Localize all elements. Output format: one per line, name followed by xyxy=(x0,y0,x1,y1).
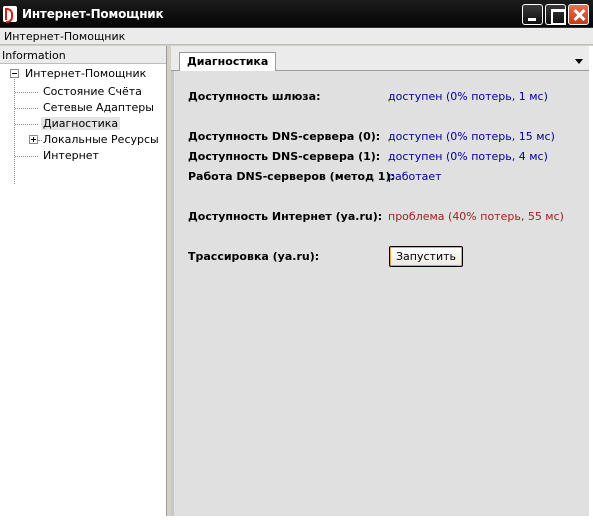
tree-item-local-resources[interactable]: Локальные Ресурсы xyxy=(29,133,161,147)
tree-item-network-adapters[interactable]: Сетевые Адаптеры xyxy=(41,101,156,115)
dns1-status: доступен (0% потерь, 4 мс) xyxy=(388,150,548,163)
tree-item-label: Интернет xyxy=(43,149,99,162)
title-bar[interactable]: Интернет-Помощник xyxy=(0,0,593,28)
content-pane: Диагностика Доступность шлюза: доступен … xyxy=(171,46,593,520)
chevron-down-icon[interactable] xyxy=(575,59,583,64)
navigation-header: Information xyxy=(0,46,166,64)
tree-item-label: Диагностика xyxy=(41,117,121,130)
close-button[interactable] xyxy=(568,4,589,25)
tree-item-internet[interactable]: Интернет xyxy=(41,149,101,163)
minimize-button[interactable] xyxy=(522,4,543,25)
tree-item-diagnostics[interactable]: Диагностика xyxy=(41,117,121,131)
diagnostics-panel: Доступность шлюза: доступен (0% потерь, … xyxy=(171,71,589,517)
navigation-pane: Information Интернет-Помощник Состояние … xyxy=(0,46,167,520)
menu-bar: Интернет-Помощник xyxy=(0,28,593,45)
internet-status: проблема (40% потерь, 55 мс) xyxy=(388,210,564,223)
app-window: Интернет-Помощник Интернет-Помощник Info… xyxy=(0,0,593,520)
tree-connector-line xyxy=(15,124,38,125)
maximize-button[interactable] xyxy=(545,4,566,25)
app-logo-icon xyxy=(3,6,17,23)
tab-strip: Диагностика xyxy=(171,46,589,72)
tree-item-account-status[interactable]: Состояние Счёта xyxy=(41,85,144,99)
internet-label: Доступность Интернет (ya.ru): xyxy=(188,210,383,223)
window-border xyxy=(0,516,593,520)
gateway-status: доступен (0% потерь, 1 мс) xyxy=(388,90,548,103)
dns-method-status: работает xyxy=(388,170,442,183)
tree-connector-line xyxy=(15,108,38,109)
tree-connector-line xyxy=(14,79,15,184)
window-title: Интернет-Помощник xyxy=(22,7,164,21)
tree-item-label: Состояние Счёта xyxy=(43,85,142,98)
menu-item-app[interactable]: Интернет-Помощник xyxy=(4,30,125,43)
tree-item-root[interactable]: Интернет-Помощник xyxy=(10,67,148,81)
tree-item-label: Интернет-Помощник xyxy=(25,67,147,80)
expand-icon[interactable] xyxy=(29,135,38,144)
dns0-status: доступен (0% потерь, 15 мс) xyxy=(388,130,555,143)
tree-item-label: Сетевые Адаптеры xyxy=(43,101,154,114)
dns-method-label: Работа DNS-серверов (метод 1): xyxy=(188,170,395,183)
tree-item-label: Локальные Ресурсы xyxy=(43,133,159,146)
tree-connector-line xyxy=(15,92,38,93)
dns1-label: Доступность DNS-сервера (1): xyxy=(188,150,381,163)
run-trace-button[interactable]: Запустить xyxy=(389,246,463,267)
tab-diagnostics[interactable]: Диагностика xyxy=(179,52,277,72)
window-border xyxy=(589,46,593,520)
trace-label: Трассировка (ya.ru): xyxy=(188,250,320,263)
gateway-label: Доступность шлюза: xyxy=(188,90,321,103)
tree-connector-line xyxy=(15,156,38,157)
collapse-icon[interactable] xyxy=(10,69,19,78)
dns0-label: Доступность DNS-сервера (0): xyxy=(188,130,381,143)
